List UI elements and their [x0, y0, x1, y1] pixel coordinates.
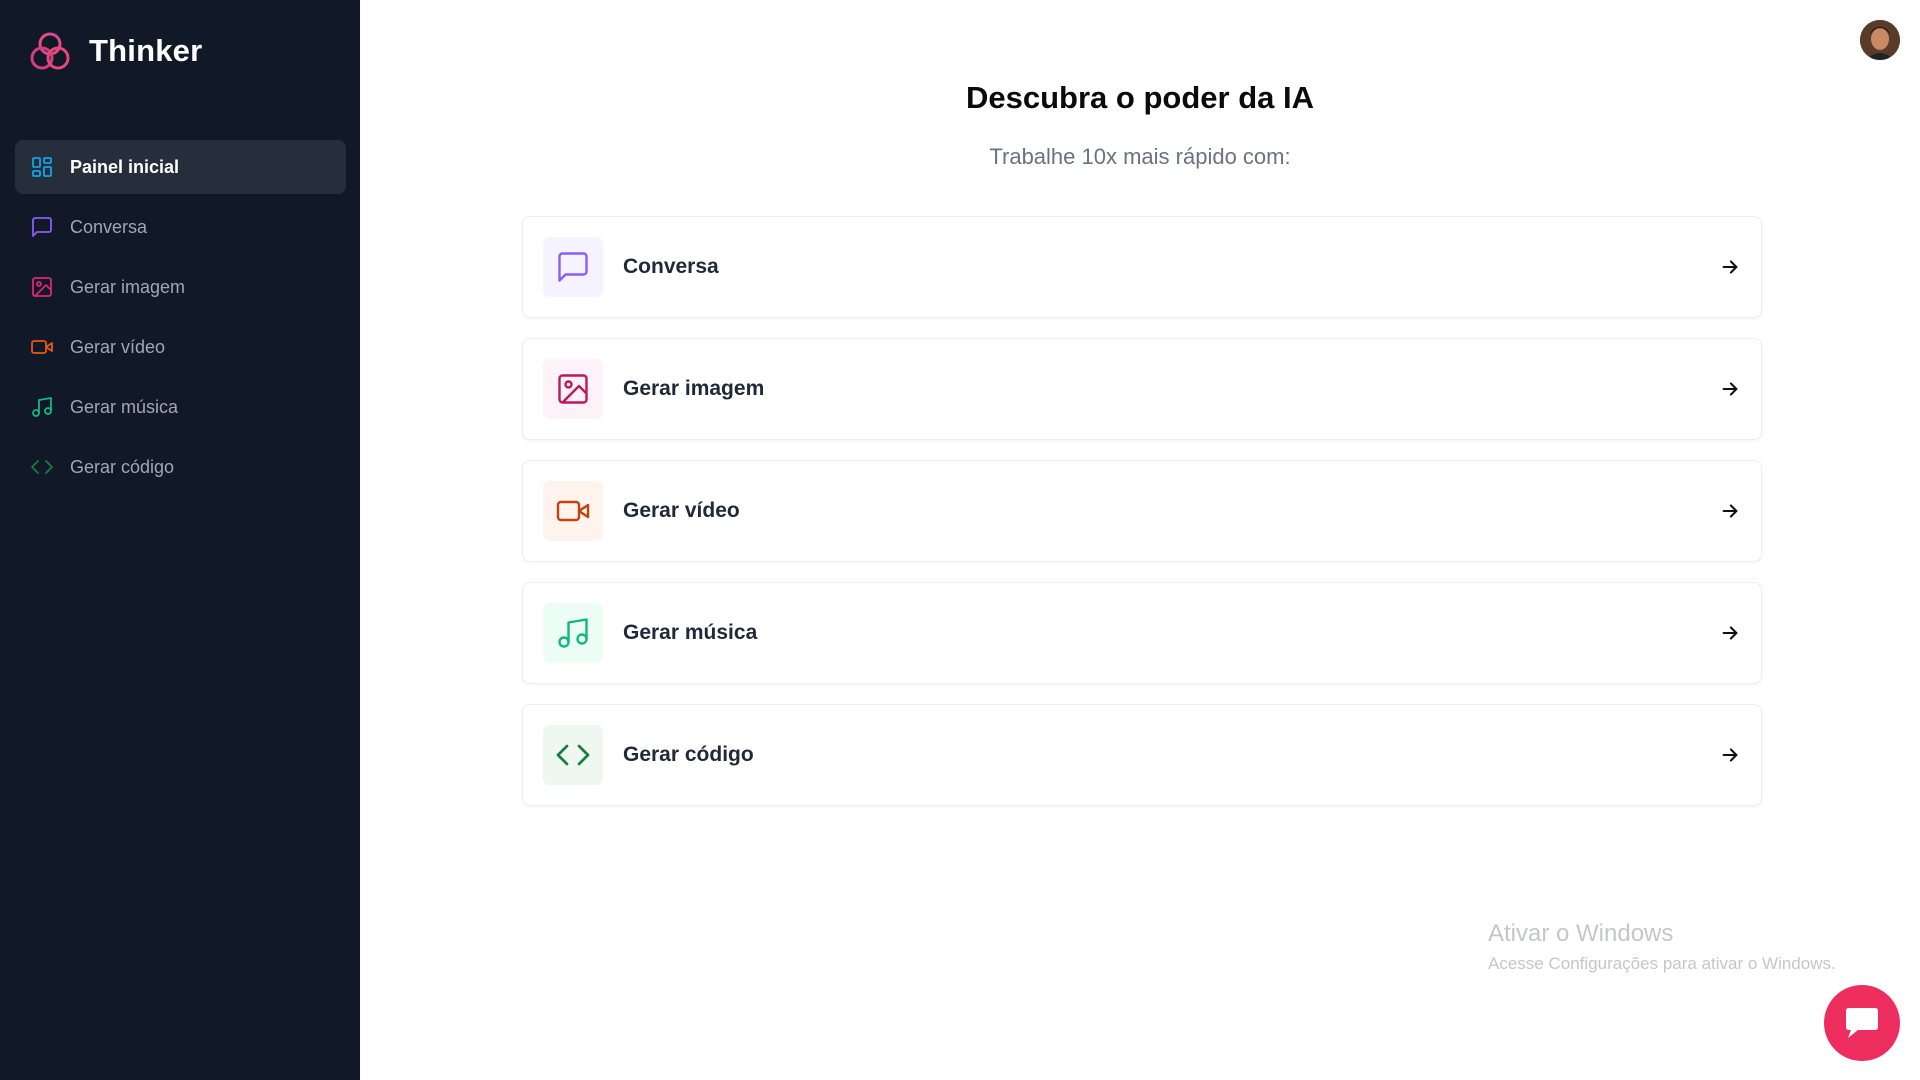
- sidebar-item-label: Painel inicial: [70, 156, 180, 177]
- card-label: Gerar código: [623, 743, 754, 766]
- sidebar-item-gerar-video[interactable]: Gerar vídeo: [15, 320, 346, 374]
- message-square-icon: [32, 217, 52, 237]
- brand-name: Thinker: [89, 33, 203, 68]
- sidebar-item-gerar-imagem[interactable]: Gerar imagem: [15, 260, 346, 314]
- code-icon: [556, 744, 590, 766]
- arrow-right-icon: [1722, 504, 1738, 518]
- tool-cards: Conversa Gerar imagem Gerar vídeo Gerar …: [522, 216, 1762, 826]
- card-icon-box: [543, 237, 603, 297]
- chat-support-button[interactable]: [1824, 985, 1900, 1061]
- tool-card-gerar-codigo[interactable]: Gerar código: [522, 704, 1762, 806]
- sidebar-item-label: Gerar vídeo: [70, 336, 166, 357]
- sidebar-item-painel-inicial[interactable]: Painel inicial: [15, 140, 346, 194]
- sidebar-item-gerar-musica[interactable]: Gerar música: [15, 380, 346, 434]
- windows-activation-watermark: Ativar o Windows Acesse Configurações pa…: [1488, 920, 1836, 974]
- music-icon: [558, 618, 588, 648]
- avatar-photo: [1860, 20, 1900, 60]
- sidebar-item-label: Conversa: [70, 216, 148, 237]
- arrow-right-icon: [1722, 748, 1738, 762]
- user-avatar[interactable]: [1860, 20, 1900, 60]
- arrow-right-icon: [1722, 382, 1738, 396]
- card-label: Gerar vídeo: [623, 499, 740, 522]
- card-icon-box: [543, 481, 603, 541]
- image-icon: [558, 374, 588, 404]
- video-icon: [556, 500, 590, 522]
- watermark-title: Ativar o Windows: [1488, 920, 1674, 947]
- card-label: Conversa: [623, 255, 719, 278]
- sidebar: Thinker Painel inicial Conversa Gerar im…: [0, 0, 360, 1080]
- video-icon: [31, 340, 53, 354]
- tool-card-conversa[interactable]: Conversa: [522, 216, 1762, 318]
- sidebar-item-gerar-codigo[interactable]: Gerar código: [15, 440, 346, 494]
- dashboard-icon: [32, 157, 52, 177]
- tool-card-gerar-video[interactable]: Gerar vídeo: [522, 460, 1762, 562]
- watermark-subtitle: Acesse Configurações para ativar o Windo…: [1488, 954, 1836, 973]
- card-icon-box: [543, 725, 603, 785]
- arrow-right-icon: [1722, 260, 1738, 274]
- sidebar-nav: Painel inicial Conversa Gerar imagem Ger…: [15, 140, 346, 500]
- sidebar-item-label: Gerar imagem: [70, 276, 186, 297]
- code-icon: [31, 460, 53, 474]
- card-icon-box: [543, 359, 603, 419]
- tool-card-gerar-musica[interactable]: Gerar música: [522, 582, 1762, 684]
- arrow-right-icon: [1722, 626, 1738, 640]
- sidebar-item-label: Gerar música: [70, 396, 179, 417]
- tool-card-gerar-imagem[interactable]: Gerar imagem: [522, 338, 1762, 440]
- page-title: Descubra o poder da IA: [966, 80, 1314, 115]
- chat-bubble-icon: [1846, 1008, 1878, 1038]
- image-icon: [32, 277, 52, 297]
- logo-icon: [30, 32, 70, 70]
- sidebar-item-label: Gerar código: [70, 456, 175, 477]
- sidebar-item-conversa[interactable]: Conversa: [15, 200, 346, 254]
- card-label: Gerar música: [623, 621, 758, 644]
- page-subtitle: Trabalhe 10x mais rápido com:: [989, 144, 1291, 169]
- music-icon: [32, 397, 52, 417]
- card-label: Gerar imagem: [623, 377, 765, 400]
- message-square-icon: [558, 252, 588, 282]
- brand[interactable]: Thinker: [29, 30, 202, 72]
- card-icon-box: [543, 603, 603, 663]
